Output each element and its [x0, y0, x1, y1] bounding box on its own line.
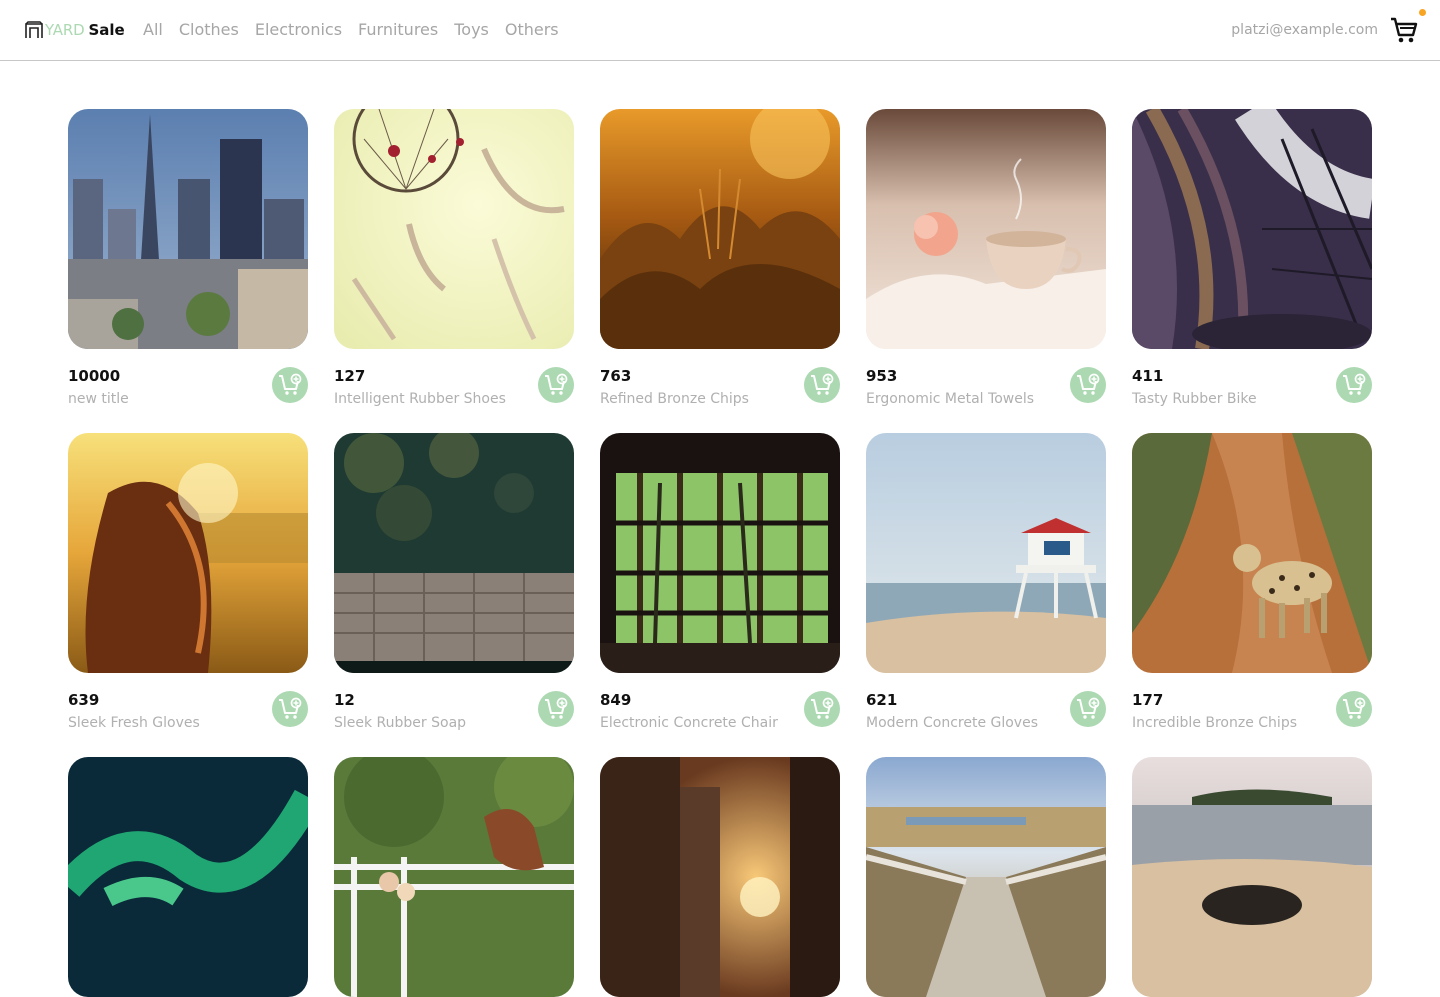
- product-card: [1132, 757, 1372, 997]
- top-navbar: YARD Sale All Clothes Electronics Furnit…: [0, 0, 1440, 61]
- product-card: [68, 757, 308, 997]
- product-image[interactable]: [600, 433, 840, 673]
- product-image[interactable]: [68, 109, 308, 349]
- add-to-cart-button[interactable]: [804, 691, 840, 727]
- store-icon: [25, 21, 43, 38]
- add-to-cart-button[interactable]: [1336, 367, 1372, 403]
- product-card: 639 Sleek Fresh Gloves: [68, 433, 308, 731]
- product-card: 763 Refined Bronze Chips: [600, 109, 840, 407]
- add-to-cart-button[interactable]: [538, 367, 574, 403]
- product-price: 763: [600, 367, 632, 385]
- cart-button[interactable]: [1390, 9, 1426, 45]
- product-card: 177 Incredible Bronze Chips: [1132, 433, 1372, 731]
- product-image[interactable]: [68, 433, 308, 673]
- product-title: Modern Concrete Gloves: [866, 715, 1038, 731]
- shopping-cart-icon: [1391, 17, 1418, 43]
- nav-right: platzi@example.com: [1231, 9, 1426, 48]
- product-title: Incredible Bronze Chips: [1132, 715, 1297, 731]
- add-to-cart-button[interactable]: [1070, 691, 1106, 727]
- add-to-cart-icon: [1077, 697, 1100, 719]
- nav-link-furnitures[interactable]: Furnitures: [358, 18, 438, 42]
- brand-word-yard: YARD: [45, 21, 85, 39]
- product-card: 12 Sleek Rubber Soap: [334, 433, 574, 731]
- nav-link-others[interactable]: Others: [505, 18, 559, 42]
- product-info: 10000 new title: [68, 365, 308, 413]
- add-to-cart-icon: [1343, 697, 1366, 719]
- category-nav: All Clothes Electronics Furnitures Toys …: [143, 18, 559, 42]
- product-title: Ergonomic Metal Towels: [866, 391, 1035, 407]
- product-price: 621: [866, 691, 898, 709]
- product-info: 127 Intelligent Rubber Shoes: [334, 365, 574, 413]
- product-image[interactable]: [334, 757, 574, 997]
- add-to-cart-icon: [279, 373, 302, 395]
- product-image[interactable]: [600, 109, 840, 349]
- product-info: 621 Modern Concrete Gloves: [866, 689, 1106, 737]
- nav-link-all[interactable]: All: [143, 18, 163, 42]
- add-to-cart-button[interactable]: [272, 691, 308, 727]
- add-to-cart-button[interactable]: [804, 367, 840, 403]
- product-title: Intelligent Rubber Shoes: [334, 391, 506, 407]
- product-price: 12: [334, 691, 355, 709]
- product-card: 127 Intelligent Rubber Shoes: [334, 109, 574, 407]
- product-image[interactable]: [334, 109, 574, 349]
- add-to-cart-button[interactable]: [538, 691, 574, 727]
- nav-link-electronics[interactable]: Electronics: [255, 18, 342, 42]
- product-card: 621 Modern Concrete Gloves: [866, 433, 1106, 731]
- add-to-cart-icon: [545, 697, 568, 719]
- product-title: Electronic Concrete Chair: [600, 715, 778, 731]
- product-card: 953 Ergonomic Metal Towels: [866, 109, 1106, 407]
- add-to-cart-button[interactable]: [1070, 367, 1106, 403]
- nav-link-toys[interactable]: Toys: [454, 18, 489, 42]
- product-price: 127: [334, 367, 366, 385]
- add-to-cart-button[interactable]: [1336, 691, 1372, 727]
- product-title: Refined Bronze Chips: [600, 391, 749, 407]
- product-info: 12 Sleek Rubber Soap: [334, 689, 574, 737]
- brand-logo[interactable]: YARD Sale: [24, 18, 125, 42]
- cart-notification-dot: [1419, 9, 1426, 16]
- add-to-cart-icon: [545, 373, 568, 395]
- add-to-cart-icon: [811, 697, 834, 719]
- product-image[interactable]: [1132, 109, 1372, 349]
- nav-link-clothes[interactable]: Clothes: [179, 18, 239, 42]
- product-title: new title: [68, 391, 129, 407]
- product-info: 177 Incredible Bronze Chips: [1132, 689, 1372, 737]
- product-title: Sleek Rubber Soap: [334, 715, 467, 731]
- add-to-cart-icon: [811, 373, 834, 395]
- brand-word-sale: Sale: [88, 21, 125, 39]
- product-info: 639 Sleek Fresh Gloves: [68, 689, 308, 737]
- product-title: Tasty Rubber Bike: [1132, 391, 1257, 407]
- product-image[interactable]: [68, 757, 308, 997]
- product-info: 763 Refined Bronze Chips: [600, 365, 840, 413]
- product-info: 411 Tasty Rubber Bike: [1132, 365, 1372, 413]
- add-to-cart-button[interactable]: [272, 367, 308, 403]
- product-card: 10000 new title: [68, 109, 308, 407]
- product-image[interactable]: [1132, 757, 1372, 997]
- product-info: 953 Ergonomic Metal Towels: [866, 365, 1106, 413]
- product-title: Sleek Fresh Gloves: [68, 715, 200, 731]
- product-price: 953: [866, 367, 898, 385]
- product-image[interactable]: [334, 433, 574, 673]
- product-image[interactable]: [600, 757, 840, 997]
- product-price: 849: [600, 691, 632, 709]
- product-card: 411 Tasty Rubber Bike: [1132, 109, 1372, 407]
- product-info: 849 Electronic Concrete Chair: [600, 689, 840, 737]
- product-card: 849 Electronic Concrete Chair: [600, 433, 840, 731]
- product-image[interactable]: [866, 757, 1106, 997]
- product-price: 10000: [68, 367, 121, 385]
- product-price: 411: [1132, 367, 1164, 385]
- product-card: [866, 757, 1106, 997]
- product-price: 639: [68, 691, 100, 709]
- product-price: 177: [1132, 691, 1164, 709]
- product-card: [600, 757, 840, 997]
- add-to-cart-icon: [279, 697, 302, 719]
- add-to-cart-icon: [1343, 373, 1366, 395]
- add-to-cart-icon: [1077, 373, 1100, 395]
- user-email[interactable]: platzi@example.com: [1231, 12, 1378, 48]
- product-grid: 10000 new title 127 Intelligent Rubber S…: [68, 109, 1372, 997]
- product-card: [334, 757, 574, 997]
- product-image[interactable]: [866, 433, 1106, 673]
- product-image[interactable]: [1132, 433, 1372, 673]
- product-image[interactable]: [866, 109, 1106, 349]
